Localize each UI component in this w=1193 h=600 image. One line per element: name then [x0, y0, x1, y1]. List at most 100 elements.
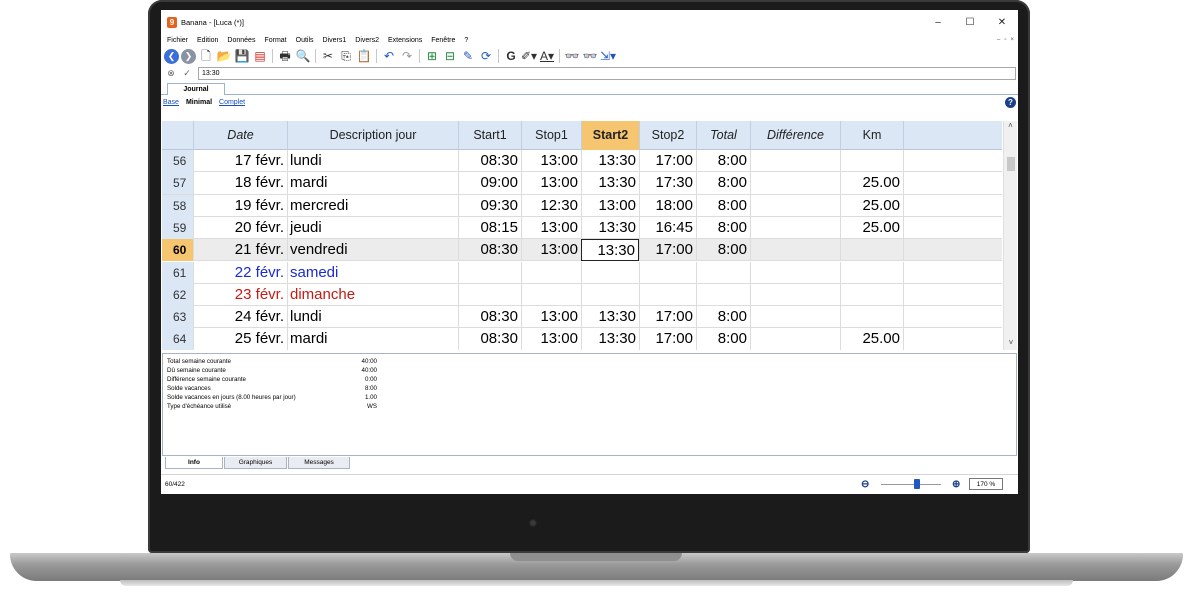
font-color-icon[interactable]: A▾: [539, 48, 555, 64]
delete-row-icon[interactable]: ⊟: [442, 48, 458, 64]
save-icon[interactable]: 💾: [234, 48, 250, 64]
doc-close-button[interactable]: ×: [1010, 37, 1014, 43]
tab-graphiques[interactable]: Graphiques: [224, 457, 287, 469]
view-minimal-link[interactable]: Minimal: [186, 99, 212, 106]
find-next-icon[interactable]: 👓: [582, 48, 598, 64]
column-header-total[interactable]: Total: [696, 121, 750, 150]
cell-start1[interactable]: 09:30: [458, 194, 521, 217]
table-row[interactable]: 61 22 févr. samedi: [162, 261, 1002, 284]
doc-restore-button[interactable]: ▫: [1004, 37, 1006, 43]
cell-date[interactable]: 21 févr.: [193, 239, 287, 262]
cell-desc[interactable]: dimanche: [287, 283, 458, 306]
cell-start2[interactable]: 13:30: [581, 150, 639, 172]
find-icon[interactable]: 👓: [564, 48, 580, 64]
column-header-start1[interactable]: Start1: [458, 121, 521, 150]
cell-empty[interactable]: [903, 150, 1002, 172]
cell-date[interactable]: 23 févr.: [193, 283, 287, 306]
cell-start1[interactable]: 08:30: [458, 306, 521, 329]
insert-row-icon[interactable]: ⊞: [424, 48, 440, 64]
table-row[interactable]: 62 23 févr. dimanche: [162, 283, 1002, 307]
cut-icon[interactable]: ✂: [320, 48, 336, 64]
row-number[interactable]: 64: [162, 328, 193, 350]
cell-diff[interactable]: [750, 306, 840, 329]
bold-icon[interactable]: G: [503, 48, 519, 64]
cell-start2[interactable]: 13:30: [581, 216, 639, 239]
menu-divers1[interactable]: Divers1: [323, 37, 347, 44]
scroll-up-icon[interactable]: ˄: [1004, 121, 1017, 133]
cell-total[interactable]: 8:00: [696, 306, 750, 329]
cell-stop1[interactable]: 13:00: [521, 172, 581, 195]
cell-date[interactable]: 22 févr.: [193, 261, 287, 284]
row-number[interactable]: 60: [162, 239, 193, 262]
cell-desc[interactable]: vendredi: [287, 239, 458, 262]
cell-desc[interactable]: lundi: [287, 150, 458, 172]
confirm-edit-icon[interactable]: ✓: [182, 68, 192, 79]
cell-diff[interactable]: [750, 283, 840, 306]
view-base-link[interactable]: Base: [163, 99, 179, 106]
cell-diff[interactable]: [750, 328, 840, 350]
zoom-slider-track[interactable]: [881, 484, 941, 485]
cell-diff[interactable]: [750, 261, 840, 284]
cell-stop2[interactable]: 17:00: [639, 239, 696, 262]
cell-start1[interactable]: 08:30: [458, 150, 521, 172]
cell-date[interactable]: 19 févr.: [193, 194, 287, 217]
cell-total[interactable]: 8:00: [696, 239, 750, 262]
forward-icon[interactable]: ❯: [181, 48, 196, 64]
cell-km[interactable]: [840, 150, 903, 172]
cell-desc[interactable]: mardi: [287, 328, 458, 350]
scroll-thumb[interactable]: [1007, 157, 1015, 171]
column-header-start2[interactable]: Start2: [581, 121, 639, 150]
cell-diff[interactable]: [750, 216, 840, 239]
cell-stop1[interactable]: 13:00: [521, 239, 581, 262]
help-icon[interactable]: ?: [1005, 97, 1016, 108]
table-row[interactable]: 56 17 févr. lundi 08:30 13:00 13:30 17:00 8:00: [162, 150, 1002, 173]
cell-diff[interactable]: [750, 194, 840, 217]
cell-start2[interactable]: 13:00: [581, 194, 639, 217]
minimize-button[interactable]: –: [922, 17, 954, 28]
column-header-stop2[interactable]: Stop2: [639, 121, 696, 150]
cell-km[interactable]: 25.00: [840, 194, 903, 217]
cell-stop2[interactable]: 17:00: [639, 306, 696, 329]
column-header-difference[interactable]: Différence: [750, 121, 840, 150]
menu-outils[interactable]: Outils: [296, 37, 314, 44]
copy-icon[interactable]: ⎘: [338, 48, 354, 64]
cell-km[interactable]: 25.00: [840, 216, 903, 239]
cell-total[interactable]: 8:00: [696, 194, 750, 217]
cell-date[interactable]: 20 févr.: [193, 216, 287, 239]
new-file-icon[interactable]: 🗋: [198, 48, 214, 64]
highlight-color-icon[interactable]: ✐▾: [521, 48, 537, 64]
cell-empty[interactable]: [903, 328, 1002, 350]
cell-start2[interactable]: 13:30: [581, 306, 639, 329]
menu-help[interactable]: ?: [464, 37, 468, 44]
cell-desc[interactable]: jeudi: [287, 216, 458, 239]
redo-icon[interactable]: ↷: [399, 48, 415, 64]
menu-fichier[interactable]: Fichier: [167, 37, 188, 44]
cell-diff[interactable]: [750, 150, 840, 172]
cell-km[interactable]: [840, 306, 903, 329]
column-header-description[interactable]: Description jour: [287, 121, 458, 150]
cell-stop2[interactable]: [639, 283, 696, 306]
tab-messages[interactable]: Messages: [288, 457, 350, 469]
vertical-scrollbar[interactable]: ˄ ˅: [1003, 121, 1017, 350]
cell-diff[interactable]: [750, 239, 840, 262]
cell-diff[interactable]: [750, 172, 840, 195]
cell-empty[interactable]: [903, 239, 1002, 262]
cell-stop1[interactable]: 13:00: [521, 306, 581, 329]
menu-format[interactable]: Format: [264, 37, 286, 44]
zoom-level-field[interactable]: 170 %: [969, 478, 1003, 490]
back-icon[interactable]: ❮: [164, 48, 179, 64]
row-number[interactable]: 56: [162, 150, 193, 172]
recalculate-icon[interactable]: ⟳: [478, 48, 494, 64]
cell-empty[interactable]: [903, 216, 1002, 239]
cell-stop2[interactable]: [639, 261, 696, 284]
column-header-stop1[interactable]: Stop1: [521, 121, 581, 150]
tab-journal[interactable]: Journal: [167, 83, 225, 95]
cell-km[interactable]: 25.00: [840, 328, 903, 350]
cell-km[interactable]: [840, 283, 903, 306]
table-row[interactable]: 57 18 févr. mardi 09:00 13:00 13:30 17:30 8:00 2…: [162, 172, 1002, 195]
table-row[interactable]: 60 21 févr. vendredi 08:30 13:00 13:30 17:00 8:…: [162, 239, 1002, 262]
menu-edition[interactable]: Edition: [197, 37, 218, 44]
cancel-edit-icon[interactable]: ⊗: [166, 68, 176, 79]
menu-donnees[interactable]: Données: [227, 37, 255, 44]
print-icon[interactable]: 🖶: [277, 48, 293, 64]
